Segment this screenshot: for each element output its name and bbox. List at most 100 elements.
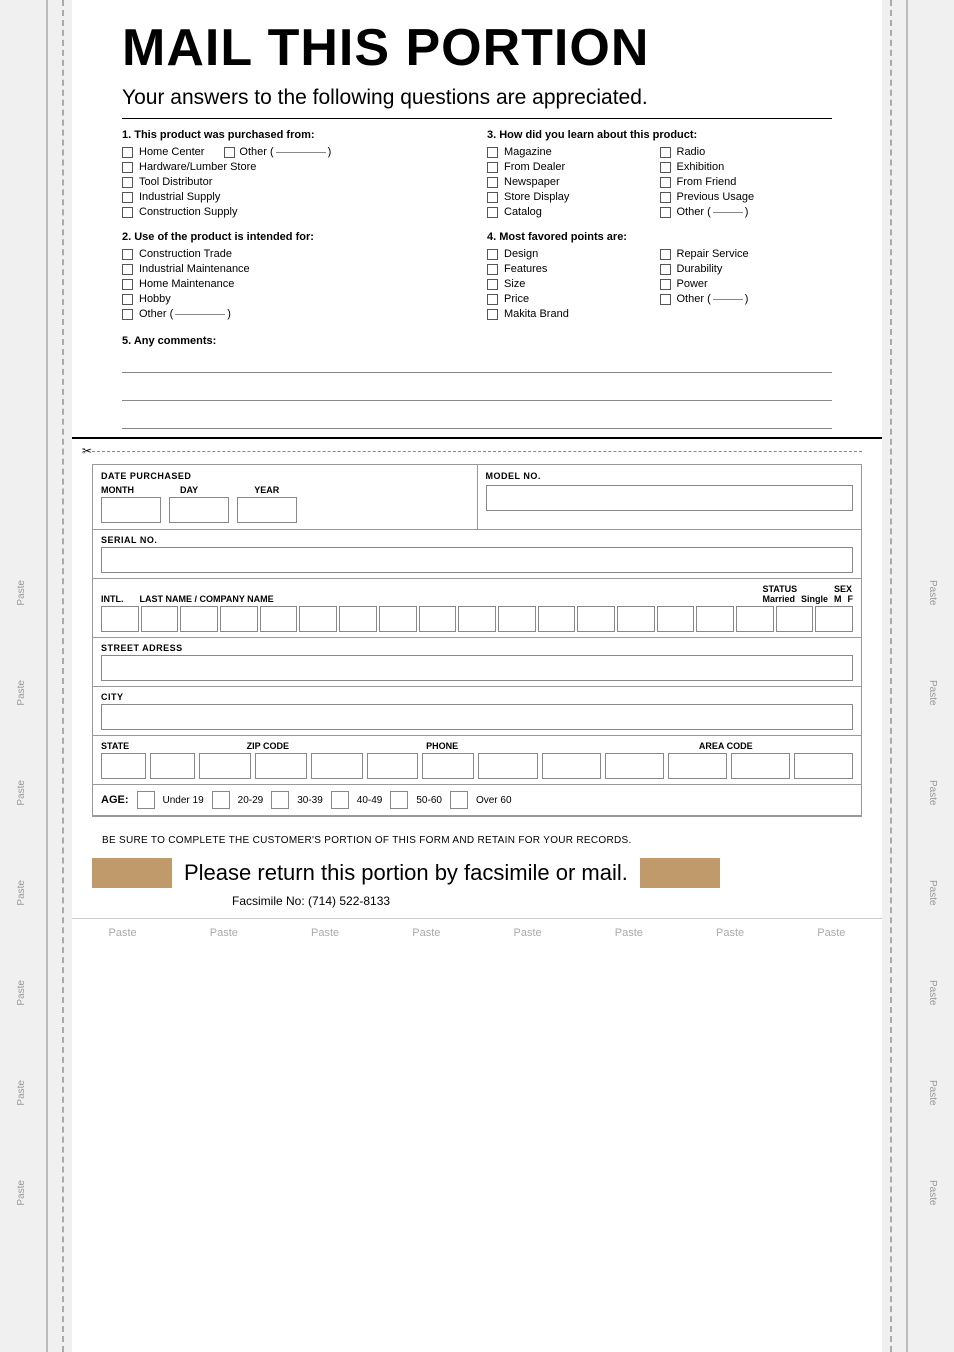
age-checkbox-20-29[interactable]	[212, 791, 230, 809]
q1-checkbox-home[interactable]	[122, 147, 133, 158]
area-box-3[interactable]	[794, 753, 853, 779]
page-title: MAIL THIS PORTION	[122, 18, 832, 78]
name-box-9[interactable]	[419, 606, 457, 632]
zip-box-1[interactable]	[199, 753, 251, 779]
q2-checkbox-home[interactable]	[122, 279, 133, 290]
q1-checkbox-construction[interactable]	[122, 207, 133, 218]
q3-checkbox-catalog[interactable]	[487, 207, 498, 218]
state-box-2[interactable]	[150, 753, 195, 779]
q4-checkbox-repair[interactable]	[660, 249, 671, 260]
q3-checkbox-store[interactable]	[487, 192, 498, 203]
comment-line-3[interactable]	[122, 409, 832, 429]
q3-checkbox-previous[interactable]	[660, 192, 671, 203]
age-checkbox-over60[interactable]	[450, 791, 468, 809]
month-input[interactable]	[101, 497, 161, 523]
q4-checkbox-design[interactable]	[487, 249, 498, 260]
day-input[interactable]	[169, 497, 229, 523]
q4-option-power: Power	[677, 278, 708, 290]
phone-box-3[interactable]	[605, 753, 664, 779]
q3-checkbox-other[interactable]	[660, 207, 671, 218]
name-box-13[interactable]	[577, 606, 615, 632]
name-box-2[interactable]	[141, 606, 179, 632]
comment-line-1[interactable]	[122, 353, 832, 373]
q3-checkbox-friend[interactable]	[660, 177, 671, 188]
paste-side-label-right-7: Paste	[927, 1180, 938, 1206]
q3-other-input[interactable]	[713, 212, 743, 213]
q3-other-close: )	[745, 206, 749, 218]
q4-row-price: Price	[487, 293, 660, 305]
q1-checkbox-tool[interactable]	[122, 177, 133, 188]
age-checkbox-50-60[interactable]	[390, 791, 408, 809]
q1-checkbox-hardware[interactable]	[122, 162, 133, 173]
q4-checkbox-power[interactable]	[660, 279, 671, 290]
q3-checkbox-dealer[interactable]	[487, 162, 498, 173]
name-box-sex-m[interactable]	[776, 606, 814, 632]
zip-box-5[interactable]	[422, 753, 474, 779]
model-no-input[interactable]	[486, 485, 854, 511]
area-box-1[interactable]	[668, 753, 727, 779]
phone-box-2[interactable]	[542, 753, 601, 779]
q1-other-input[interactable]	[276, 152, 326, 153]
q2-checkbox-industrial[interactable]	[122, 264, 133, 275]
zip-box-2[interactable]	[255, 753, 307, 779]
q4-checkbox-durability[interactable]	[660, 264, 671, 275]
paste-bottom-5: Paste	[514, 927, 542, 939]
q2-checkbox-hobby[interactable]	[122, 294, 133, 305]
q1-checkbox-other[interactable]	[224, 147, 235, 158]
name-box-3[interactable]	[180, 606, 218, 632]
q4-checkbox-size[interactable]	[487, 279, 498, 290]
name-box-7[interactable]	[339, 606, 377, 632]
year-input[interactable]	[237, 497, 297, 523]
name-box-14[interactable]	[617, 606, 655, 632]
q4-checkbox-other[interactable]	[660, 294, 671, 305]
m-label: M	[834, 594, 842, 604]
name-box-status-married[interactable]	[696, 606, 734, 632]
name-box-status-single[interactable]	[736, 606, 774, 632]
q3-checkbox-magazine[interactable]	[487, 147, 498, 158]
right-border	[906, 0, 908, 1352]
q3-checkbox-exhibition[interactable]	[660, 162, 671, 173]
q4-checkbox-makita[interactable]	[487, 309, 498, 320]
zip-box-4[interactable]	[367, 753, 419, 779]
age-option-30-39: 30-39	[297, 795, 323, 806]
age-checkbox-30-39[interactable]	[271, 791, 289, 809]
name-box-10[interactable]	[458, 606, 496, 632]
q4-checkbox-features[interactable]	[487, 264, 498, 275]
age-checkbox-under19[interactable]	[137, 791, 155, 809]
q2-option-home: Home Maintenance	[139, 278, 234, 290]
model-col: MODEL NO.	[478, 465, 862, 529]
zip-box-3[interactable]	[311, 753, 363, 779]
q4-other-input[interactable]	[713, 299, 743, 300]
area-box-2[interactable]	[731, 753, 790, 779]
name-box-sex-f[interactable]	[815, 606, 853, 632]
name-box-6[interactable]	[299, 606, 337, 632]
name-box-5[interactable]	[260, 606, 298, 632]
age-label: AGE:	[101, 794, 129, 806]
name-box-11[interactable]	[498, 606, 536, 632]
name-box-8[interactable]	[379, 606, 417, 632]
q2-checkbox-construction[interactable]	[122, 249, 133, 260]
q4-checkbox-price[interactable]	[487, 294, 498, 305]
name-box-12[interactable]	[538, 606, 576, 632]
q2-checkbox-other[interactable]	[122, 309, 133, 320]
name-box-15[interactable]	[657, 606, 695, 632]
sex-group: SEX M F	[834, 584, 853, 604]
status-group: STATUS Married Single	[762, 584, 828, 604]
state-box-1[interactable]	[101, 753, 146, 779]
serial-no-input[interactable]	[101, 547, 853, 573]
lower-form-section: DATE PURCHASED MONTH DAY YEAR MODEL NO.	[92, 464, 862, 817]
q3-checkbox-newspaper[interactable]	[487, 177, 498, 188]
q3-checkbox-radio[interactable]	[660, 147, 671, 158]
q2-other-input[interactable]	[175, 314, 225, 315]
zip-label: ZIP CODE	[247, 741, 417, 751]
q1-checkbox-industrial[interactable]	[122, 192, 133, 203]
city-input[interactable]	[101, 704, 853, 730]
name-box-1[interactable]	[101, 606, 139, 632]
phone-box-1[interactable]	[478, 753, 537, 779]
age-option-50-60: 50-60	[416, 795, 442, 806]
age-checkbox-40-49[interactable]	[331, 791, 349, 809]
street-input[interactable]	[101, 655, 853, 681]
paste-bottom-6: Paste	[615, 927, 643, 939]
name-box-4[interactable]	[220, 606, 258, 632]
comment-line-2[interactable]	[122, 381, 832, 401]
